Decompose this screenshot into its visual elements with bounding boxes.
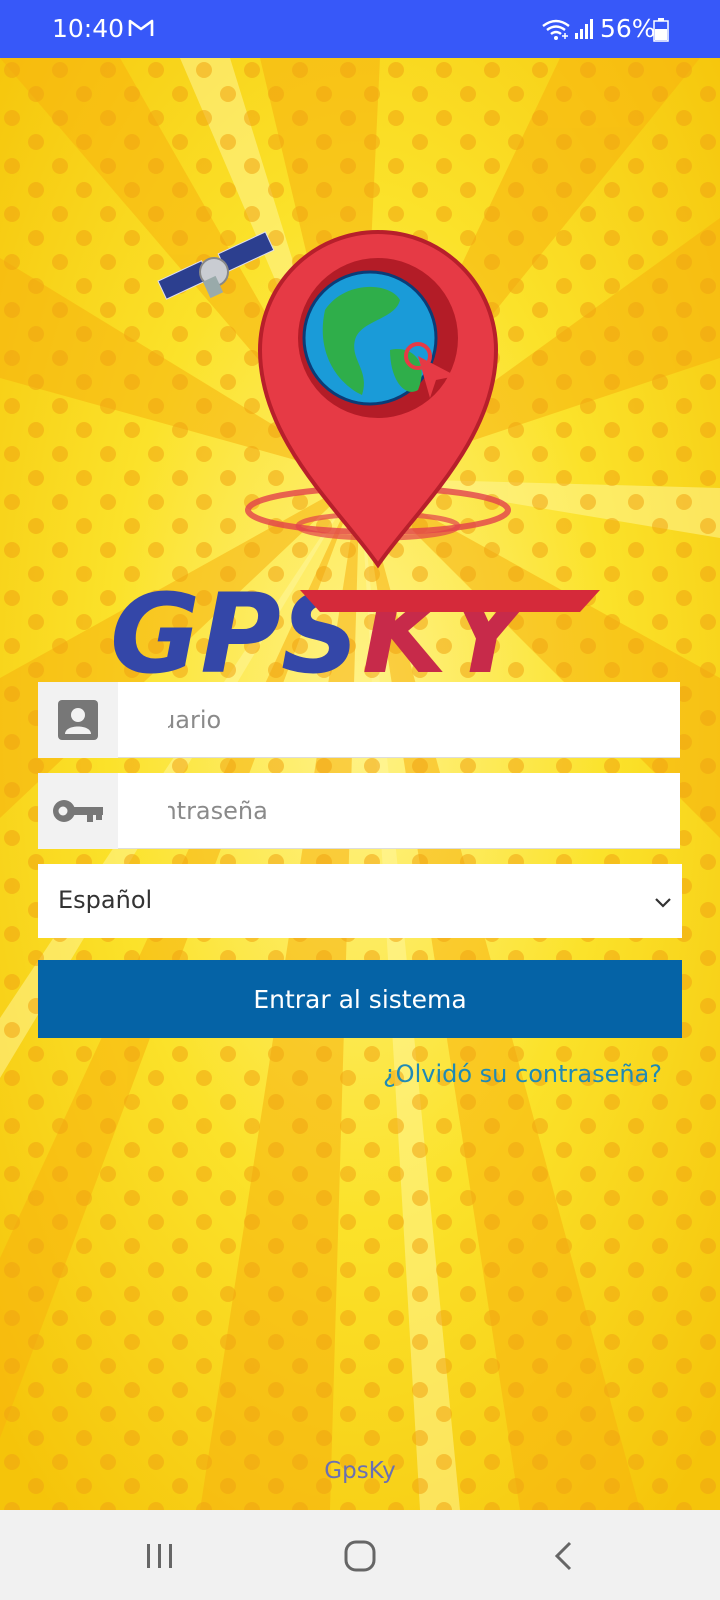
gpsky-wordmark: GPS KY xyxy=(110,570,600,680)
gmail-icon xyxy=(128,19,154,36)
battery-level: 56% xyxy=(600,14,656,43)
svg-text:GPS: GPS xyxy=(110,570,360,680)
battery-icon xyxy=(653,18,669,42)
home-icon xyxy=(344,1540,376,1572)
footer-brand: GpsKy xyxy=(324,1458,396,1484)
status-time: 10:40 xyxy=(52,14,125,43)
back-icon xyxy=(554,1541,572,1571)
username-input[interactable] xyxy=(118,682,680,758)
password-field[interactable] xyxy=(38,773,680,849)
recent-apps-button[interactable] xyxy=(136,1532,184,1580)
status-bar: 10:40 56% xyxy=(0,0,720,58)
gpsky-logo: GPS KY xyxy=(110,230,600,680)
forgot-password-link[interactable]: ¿Olvidó su contraseña? xyxy=(383,1060,662,1088)
user-icon xyxy=(38,682,118,758)
password-input[interactable] xyxy=(118,773,680,849)
svg-text:KY: KY xyxy=(362,570,536,680)
wifi-icon xyxy=(542,19,570,40)
home-button[interactable] xyxy=(336,1532,384,1580)
key-icon xyxy=(38,773,118,849)
navigation-bar xyxy=(0,1510,720,1600)
map-pin-icon xyxy=(245,230,511,569)
username-field[interactable] xyxy=(38,682,680,758)
chevron-down-icon xyxy=(655,898,671,908)
login-button[interactable]: Entrar al sistema xyxy=(38,960,682,1038)
signal-icon xyxy=(575,19,593,39)
satellite-icon xyxy=(157,231,275,300)
recent-apps-icon xyxy=(147,1544,172,1568)
language-value: Español xyxy=(58,886,153,914)
back-button[interactable] xyxy=(540,1532,588,1580)
language-select[interactable]: Español xyxy=(38,864,682,938)
